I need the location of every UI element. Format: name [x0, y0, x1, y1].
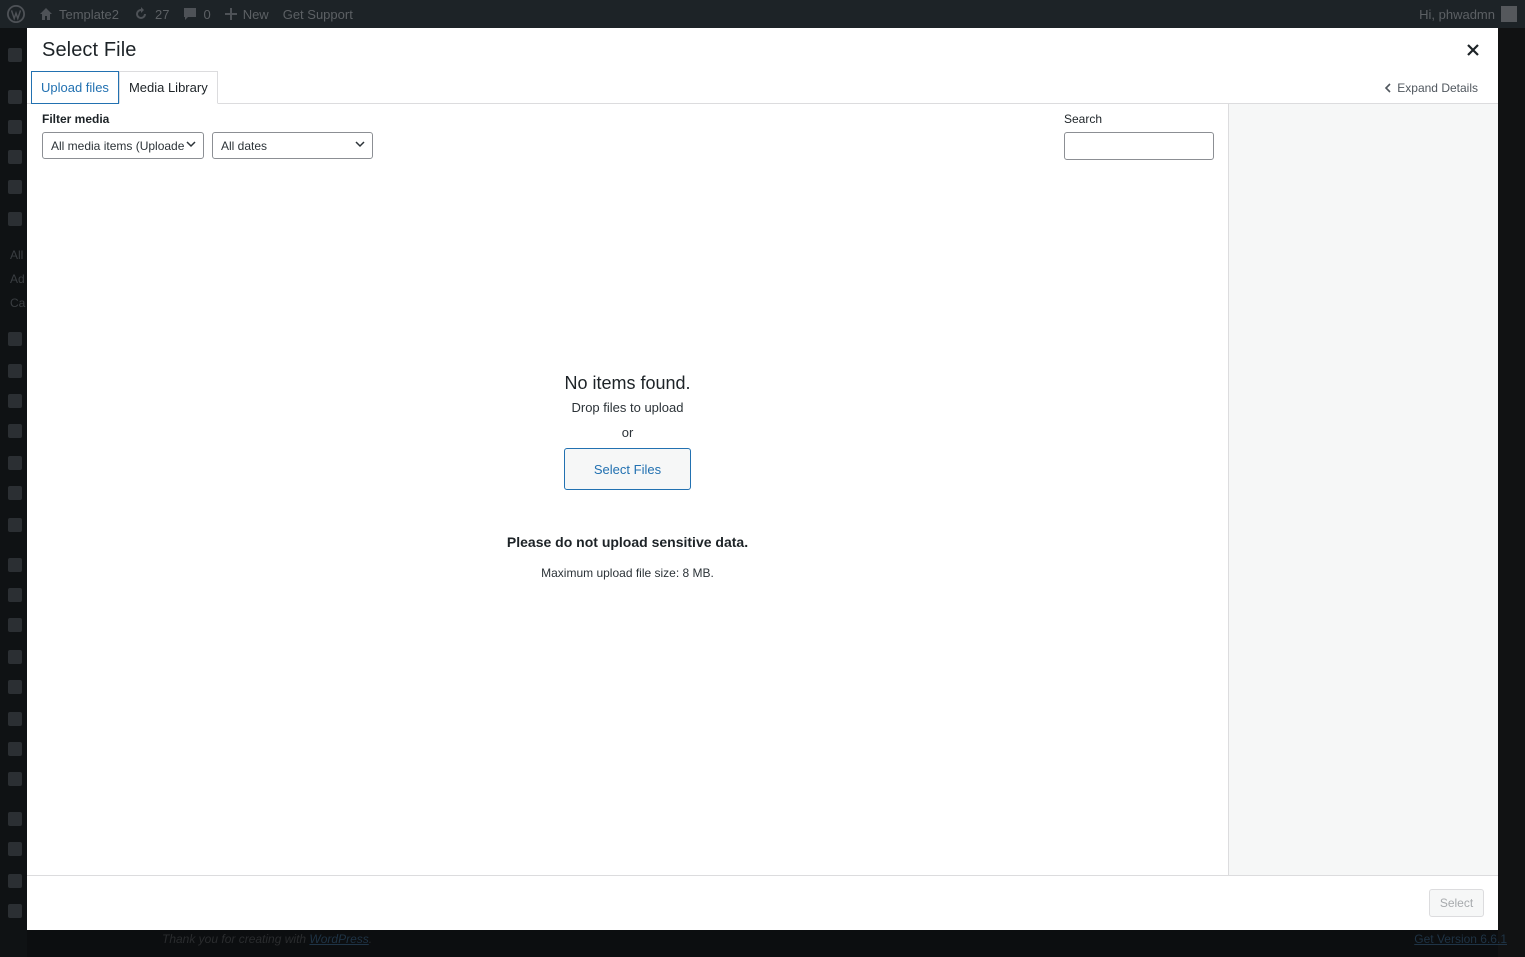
updates-count: 27	[154, 6, 170, 22]
comments-icon	[8, 180, 22, 194]
filter-media-label: Filter media	[42, 112, 110, 126]
comments-count: 0	[203, 6, 211, 22]
support-label: Get Support	[282, 6, 353, 22]
tab-upload-files[interactable]: Upload files	[31, 71, 119, 104]
media-type-filter[interactable]: All media items (Uploade	[42, 132, 204, 159]
wordpress-logo-icon	[7, 5, 25, 23]
menu-partial-2: Ad	[10, 272, 25, 286]
wp-logo-menu[interactable]	[0, 0, 32, 28]
expand-details-button[interactable]: Expand Details	[1384, 81, 1478, 95]
import-icon	[8, 680, 22, 694]
layers-icon	[8, 772, 22, 786]
bank-icon	[8, 874, 22, 888]
expand-details-label: Expand Details	[1397, 81, 1478, 95]
footer-version-link[interactable]: Get Version 6.6.1	[1414, 932, 1507, 946]
admin-side-menu: All Ad Ca	[0, 28, 27, 957]
media-active-icon	[8, 212, 22, 226]
footer-wordpress-link[interactable]: WordPress	[309, 932, 368, 946]
megaphone-icon	[8, 364, 22, 378]
table-icon	[8, 712, 22, 726]
plugin-icon	[8, 332, 22, 346]
new-content-link[interactable]: New	[218, 0, 276, 28]
search-input[interactable]	[1064, 132, 1214, 160]
date-filter-value: All dates	[221, 138, 268, 153]
max-upload-size: Maximum upload file size: 8 MB.	[541, 566, 714, 580]
page-edge	[1498, 28, 1525, 957]
modal-tabs: Upload files Media Library	[31, 71, 218, 104]
avatar	[1501, 6, 1517, 22]
drop-files-text: Drop files to upload	[571, 400, 684, 415]
admin-bar: Template2 27 0 New Get Support Hi, phwad…	[0, 0, 1525, 28]
plugins-icon	[8, 588, 22, 602]
footer-text: Thank you for creating with	[162, 932, 307, 946]
forms-icon	[8, 394, 22, 408]
account-menu[interactable]: Hi, phwadmn	[1419, 6, 1525, 22]
network-icon	[8, 424, 22, 438]
tools-icon	[8, 650, 22, 664]
shield-icon	[8, 812, 22, 826]
menu-partial-1: All	[10, 248, 24, 262]
media-icon	[8, 120, 22, 134]
get-support-link[interactable]: Get Support	[276, 0, 360, 28]
select-button[interactable]: Select	[1429, 889, 1484, 917]
chevron-down-icon	[355, 141, 365, 148]
users-icon	[8, 618, 22, 632]
tab-media-library[interactable]: Media Library	[118, 71, 218, 104]
collapse-icon	[8, 904, 22, 918]
settings-icon	[8, 742, 22, 756]
close-icon	[1467, 44, 1479, 56]
search-label: Search	[1064, 112, 1103, 126]
dashboard-icon	[8, 48, 22, 62]
or-text: or	[621, 425, 634, 440]
date-filter[interactable]: All dates	[212, 132, 373, 159]
close-button[interactable]	[1464, 41, 1482, 59]
home-icon	[40, 8, 52, 20]
mail-icon	[8, 486, 22, 500]
new-label: New	[242, 6, 269, 22]
check-icon	[8, 518, 22, 532]
share-icon	[8, 456, 22, 470]
comment-icon	[184, 8, 197, 20]
site-name: Template2	[59, 6, 119, 22]
updates-icon	[135, 7, 146, 19]
empty-state: No items found. Drop files to upload or …	[27, 373, 1228, 580]
sensitive-data-warning: Please do not upload sensitive data.	[506, 534, 749, 550]
modal-title: Select File	[42, 39, 137, 61]
media-type-value: All media items (Uploade	[51, 138, 185, 153]
pin-icon	[8, 90, 22, 104]
comments-link[interactable]: 0	[176, 0, 217, 28]
menu-partial-3: Ca	[10, 296, 26, 310]
brush-icon	[8, 558, 22, 572]
template-icon	[8, 842, 22, 856]
greeting: Hi, phwadmn	[1419, 6, 1495, 22]
updates-link[interactable]: 27	[126, 0, 176, 28]
select-files-button[interactable]: Select Files	[564, 448, 691, 490]
site-name-link[interactable]: Template2	[32, 0, 126, 28]
chevron-left-icon	[1385, 83, 1391, 93]
toolbar-divider	[27, 875, 1498, 876]
select-file-modal: Select File Upload files Media Library E…	[27, 28, 1498, 930]
admin-footer-text: Thank you for creating with WordPress.	[162, 932, 373, 946]
pages-icon	[8, 150, 22, 164]
attachment-details-pane	[1228, 104, 1498, 875]
no-items-message: No items found.	[564, 373, 691, 393]
chevron-down-icon	[186, 141, 196, 148]
plus-icon	[224, 8, 237, 20]
